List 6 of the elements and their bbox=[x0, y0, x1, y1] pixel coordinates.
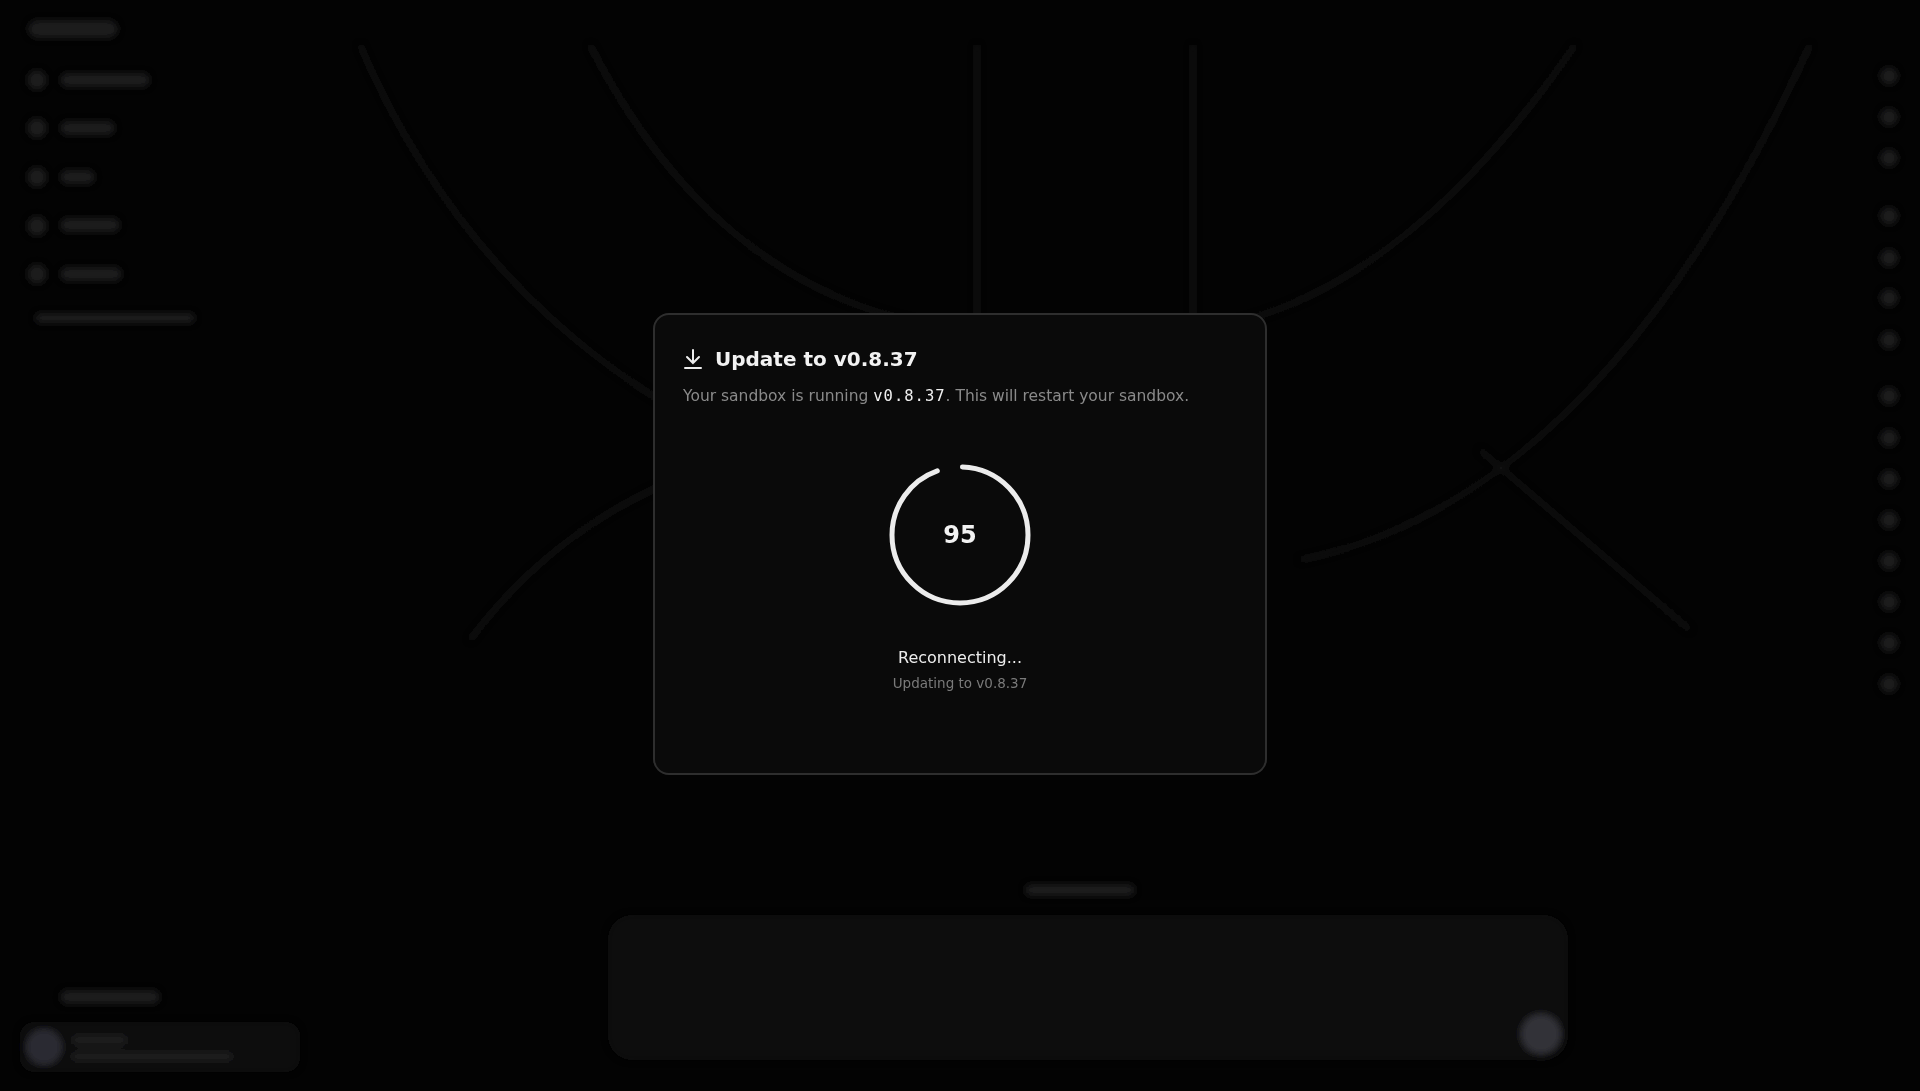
dialog-title: Update to v0.8.37 bbox=[715, 347, 918, 371]
download-icon bbox=[683, 348, 703, 370]
status-detail: Updating to v0.8.37 bbox=[892, 675, 1028, 691]
status-text: Reconnecting... bbox=[898, 648, 1022, 667]
progress-value: 95 bbox=[943, 521, 977, 549]
dialog-message: Your sandbox is running v0.8.37. This will restart your sandbox. bbox=[683, 387, 1191, 405]
